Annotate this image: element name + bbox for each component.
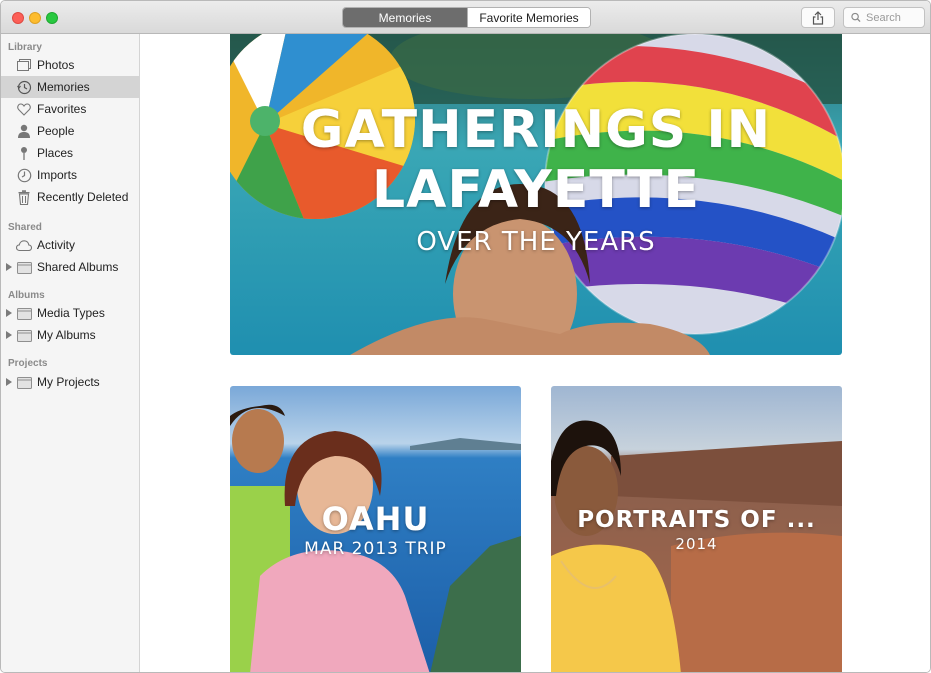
sidebar-item-label: My Projects: [37, 375, 100, 389]
disclosure-triangle-icon[interactable]: [6, 263, 12, 271]
sidebar-item-shared-albums[interactable]: Shared Albums: [1, 256, 139, 278]
sidebar-item-label: Recently Deleted: [37, 190, 129, 204]
memory-card-portraits[interactable]: PORTRAITS OF ... 2014: [551, 386, 842, 672]
memories-icon: [16, 79, 32, 95]
memory-subtitle: OVER THE YEARS: [416, 227, 656, 257]
memory-card-oahu[interactable]: OAHU MAR 2013 TRIP: [230, 386, 521, 672]
memory-title-line1: Gatherings in: [300, 100, 772, 160]
section-header-albums: Albums: [8, 290, 45, 301]
trash-icon: [16, 189, 32, 205]
sidebar-item-media-types[interactable]: Media Types: [1, 302, 139, 324]
disclosure-triangle-icon[interactable]: [6, 378, 12, 386]
folder-icon: [16, 327, 32, 343]
section-header-shared: Shared: [8, 222, 42, 233]
sidebar-item-label: People: [37, 124, 75, 138]
sidebar-item-photos[interactable]: Photos: [1, 54, 139, 76]
sidebar-item-people[interactable]: People: [1, 120, 139, 142]
pin-icon: [16, 145, 32, 161]
tab-memories[interactable]: Memories: [343, 8, 467, 27]
clock-icon: [16, 167, 32, 183]
memory-subtitle: 2014: [675, 535, 718, 553]
toolbar: Memories Favorite Memories: [1, 1, 930, 34]
share-icon: [812, 10, 824, 25]
zoom-window-button[interactable]: [46, 12, 58, 24]
memory-title-block: Gatherings in Lafayette OVER THE YEARS: [230, 100, 842, 262]
disclosure-triangle-icon[interactable]: [6, 331, 12, 339]
sidebar-item-my-albums[interactable]: My Albums: [1, 324, 139, 346]
minimize-window-button[interactable]: [29, 12, 41, 24]
sidebar-item-label: Places: [37, 146, 74, 160]
sidebar-item-label: Memories: [37, 80, 90, 94]
sidebar-item-label: Imports: [37, 168, 78, 182]
sidebar-item-my-projects[interactable]: My Projects: [1, 371, 139, 393]
tab-favorite-memories[interactable]: Favorite Memories: [467, 8, 590, 27]
heart-icon: [16, 101, 32, 117]
section-header-library: Library: [8, 42, 42, 53]
memory-title-line2: Lafayette: [371, 160, 701, 220]
sidebar-item-label: Shared Albums: [37, 260, 119, 274]
memory-title-block: OAHU MAR 2013 TRIP: [230, 502, 521, 560]
memory-subtitle: MAR 2013 TRIP: [304, 539, 447, 559]
sidebar-item-recently-deleted[interactable]: Recently Deleted: [1, 186, 139, 208]
sidebar-item-imports[interactable]: Imports: [1, 164, 139, 186]
sidebar: Library Photos Memories Favorites People: [1, 34, 140, 672]
search-icon: [851, 12, 861, 23]
memory-title: OAHU: [321, 500, 430, 538]
person-icon: [16, 123, 32, 139]
sidebar-item-places[interactable]: Places: [1, 142, 139, 164]
search-input[interactable]: [866, 11, 924, 24]
photos-window: Memories Favorite Memories Library Photo…: [0, 0, 931, 673]
memory-card-gatherings-lafayette[interactable]: Gatherings in Lafayette OVER THE YEARS: [230, 34, 842, 355]
sidebar-item-favorites[interactable]: Favorites: [1, 98, 139, 120]
search-field[interactable]: [843, 7, 925, 28]
folder-icon: [16, 259, 32, 275]
folder-icon: [16, 374, 32, 390]
disclosure-triangle-icon[interactable]: [6, 309, 12, 317]
memory-title-block: PORTRAITS OF ... 2014: [551, 506, 842, 554]
photos-icon: [16, 57, 32, 73]
memories-grid: Gatherings in Lafayette OVER THE YEARS: [140, 34, 930, 672]
sidebar-item-label: Media Types: [37, 306, 105, 320]
cloud-icon: [16, 237, 32, 253]
sidebar-item-label: My Albums: [37, 328, 96, 342]
folder-icon: [16, 305, 32, 321]
sidebar-item-label: Photos: [37, 58, 75, 72]
section-header-projects: Projects: [8, 358, 48, 369]
share-button[interactable]: [801, 7, 835, 28]
sidebar-item-activity[interactable]: Activity: [1, 234, 139, 256]
sidebar-item-memories[interactable]: Memories: [1, 76, 139, 98]
memories-segmented-control: Memories Favorite Memories: [342, 7, 591, 28]
memory-title: PORTRAITS OF ...: [577, 507, 816, 533]
close-window-button[interactable]: [12, 12, 24, 24]
sidebar-item-label: Activity: [37, 238, 76, 252]
sidebar-item-label: Favorites: [37, 102, 87, 116]
